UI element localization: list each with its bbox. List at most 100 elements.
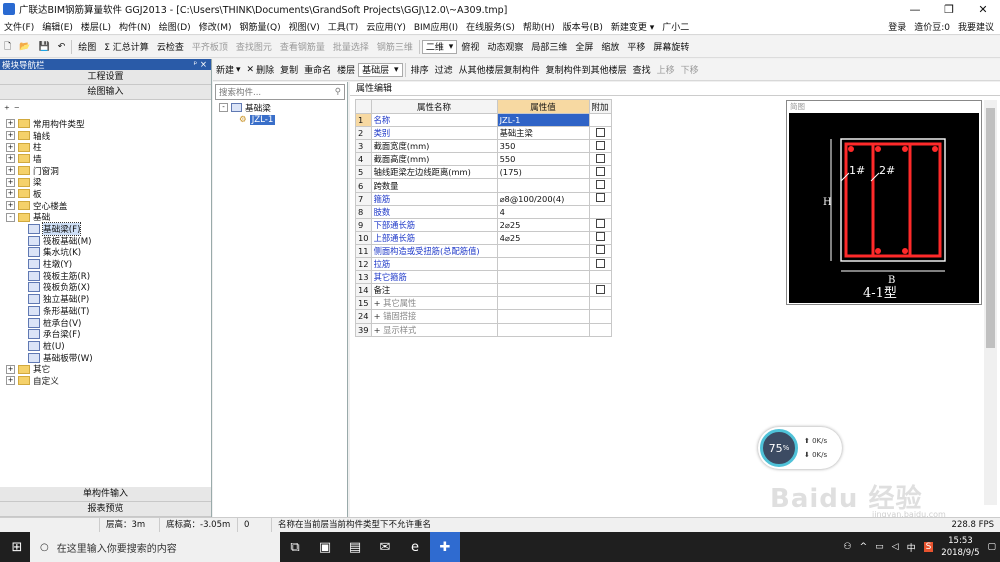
collapse-toggle-icon[interactable]: - [6,212,15,222]
notification-icon[interactable]: ▢ [987,542,996,552]
extra-checkbox[interactable] [595,219,605,229]
filter-button[interactable]: 过滤 [432,63,456,76]
table-row[interactable]: 9 下部通长筋 2⌀25 [355,217,612,232]
property-value[interactable]: ⌀8@100/200(4) [496,191,590,206]
table-row[interactable]: 6 跨数量 [355,178,612,193]
floor-select[interactable]: 基础层 ▾ [358,62,403,77]
clock[interactable]: 15:53 2018/9/5 [941,535,979,559]
scrollbar-thumb[interactable] [986,108,995,348]
table-row[interactable]: 4 截面高度(mm) 550 [355,152,612,167]
tree-folder[interactable]: - 基础 [6,212,211,223]
expand-icon[interactable]: + [374,325,384,335]
save-icon[interactable]: 💾 [34,42,53,52]
expand-toggle-icon[interactable]: + [6,189,15,199]
table-row[interactable]: 7 箍筋 ⌀8@100/200(4) [355,191,612,206]
tree-item[interactable]: 筏板主筋(R) [6,270,211,282]
expand-toggle-icon[interactable]: + [6,131,15,141]
view-rebar-button[interactable]: 查看钢筋量 [276,40,329,53]
rotate-button[interactable]: 屏幕旋转 [649,40,693,53]
draw-input-button[interactable]: 绘图输入 [0,85,211,100]
people-icon[interactable]: ⚇ [844,542,852,552]
suggest-link[interactable]: 我要建议 [958,20,994,33]
orbit-button[interactable]: 动态观察 [483,40,527,53]
extra-checkbox[interactable] [595,245,605,255]
tree-item[interactable]: 桩承台(V) [6,317,211,329]
copy-button[interactable]: 复制 [277,63,301,76]
tree-folder[interactable]: + 梁 [6,176,211,188]
property-value[interactable] [496,283,590,298]
report-preview-button[interactable]: 报表预览 [0,502,211,517]
tree-item[interactable]: 条形基础(T) [6,305,211,317]
menu-cloud[interactable]: 云应用(Y) [362,20,410,33]
expand-icon[interactable]: + [374,311,384,321]
app-icon[interactable]: ▣ [310,532,340,562]
open-file-icon[interactable]: 📂 [15,42,34,52]
extra-checkbox[interactable] [595,258,605,268]
tree-folder[interactable]: + 柱 [6,141,211,153]
property-value[interactable] [496,257,590,272]
table-row[interactable]: 10 上部通长筋 4⌀25 [355,230,612,245]
extra-checkbox[interactable] [595,127,605,137]
extra-checkbox[interactable] [595,180,605,190]
component-search-input[interactable]: 搜索构件... ⚲ [215,84,345,100]
tree-folder[interactable]: + 常用构件类型 [6,118,211,130]
property-value[interactable]: 基础主梁 [496,126,590,141]
align-slab-top-button[interactable]: 平齐板顶 [188,40,232,53]
single-component-button[interactable]: 单构件输入 [0,487,211,502]
tree-folder[interactable]: + 空心楼盖 [6,200,211,212]
tree-item[interactable]: 筏板基础(M) [6,235,211,247]
list-root[interactable]: - 基础梁 [219,102,347,114]
property-value[interactable] [496,296,590,311]
chevron-up-icon[interactable]: ^ [860,542,868,552]
tree-item[interactable]: 柱墩(Y) [6,258,211,270]
view-mode-select[interactable]: 二维 ▾ [421,39,458,54]
rename-button[interactable]: 重命名 [301,63,334,76]
extra-checkbox[interactable] [595,232,605,242]
nav-pin-close[interactable]: ᵖ × [194,60,207,70]
project-settings-button[interactable]: 工程设置 [0,70,211,85]
property-value[interactable]: (175) [496,165,590,180]
expand-toggle-icon[interactable]: + [6,364,15,374]
ime-indicator[interactable]: 中 [907,541,916,554]
close-button[interactable]: ✕ [966,0,1000,18]
menu-new-change[interactable]: 新建变更 ▾ [607,20,658,33]
property-value[interactable] [496,270,590,285]
menu-online[interactable]: 在线服务(S) [462,20,519,33]
tree-folder[interactable]: + 门窗洞 [6,165,211,177]
tab-property-edit[interactable]: 属性编辑 [350,82,1000,96]
menu-assistant[interactable]: 广小二 [658,20,693,33]
expand-toggle-icon[interactable]: + [6,119,15,129]
mail-icon[interactable]: ✉ [370,532,400,562]
login-link[interactable]: 登录 [888,20,906,33]
table-row[interactable]: 12 拉筋 [355,257,612,272]
tree-folder[interactable]: + 轴线 [6,130,211,142]
zoom-button[interactable]: 缩放 [597,40,623,53]
property-value[interactable]: 350 [496,139,590,154]
fullscreen-button[interactable]: 全屏 [571,40,597,53]
draw-button[interactable]: 绘图 [74,40,100,53]
new-component-button[interactable]: 新建 ▾ [213,63,244,77]
delete-button[interactable]: ✕ 删除 [244,63,278,77]
move-down-button[interactable]: 下移 [678,63,702,76]
menu-view[interactable]: 视图(V) [285,20,324,33]
expand-toggle-icon[interactable]: + [6,142,15,152]
tree-folder[interactable]: + 其它 [6,363,211,375]
collapse-all-icon[interactable]: ⁻ [14,103,20,116]
network-icon[interactable]: ▭ [875,542,884,552]
property-value[interactable] [496,178,590,193]
table-row[interactable]: 1 名称 JZL-1 [355,112,612,128]
tree-item[interactable]: 基础板带(W) [6,352,211,364]
menu-version[interactable]: 版本号(B) [559,20,607,33]
windows-start-icon[interactable]: ⊞ [2,532,32,562]
property-value[interactable]: 4⌀25 [496,230,590,245]
table-row[interactable]: 15 + 其它属性 [355,296,612,311]
expand-icon[interactable]: + [374,298,384,308]
menu-edit[interactable]: 编辑(E) [38,20,77,33]
volume-icon[interactable]: ◁ [892,542,899,552]
expand-all-icon[interactable]: ⁺ [4,103,10,116]
ggj-app-icon[interactable]: ✚ [430,532,460,562]
table-row[interactable]: 5 轴线距梁左边线距离(mm) (175) [355,165,612,180]
tree-folder[interactable]: + 墙 [6,153,211,165]
property-value[interactable] [496,322,590,337]
tree-item[interactable]: 筏板负筋(X) [6,282,211,293]
